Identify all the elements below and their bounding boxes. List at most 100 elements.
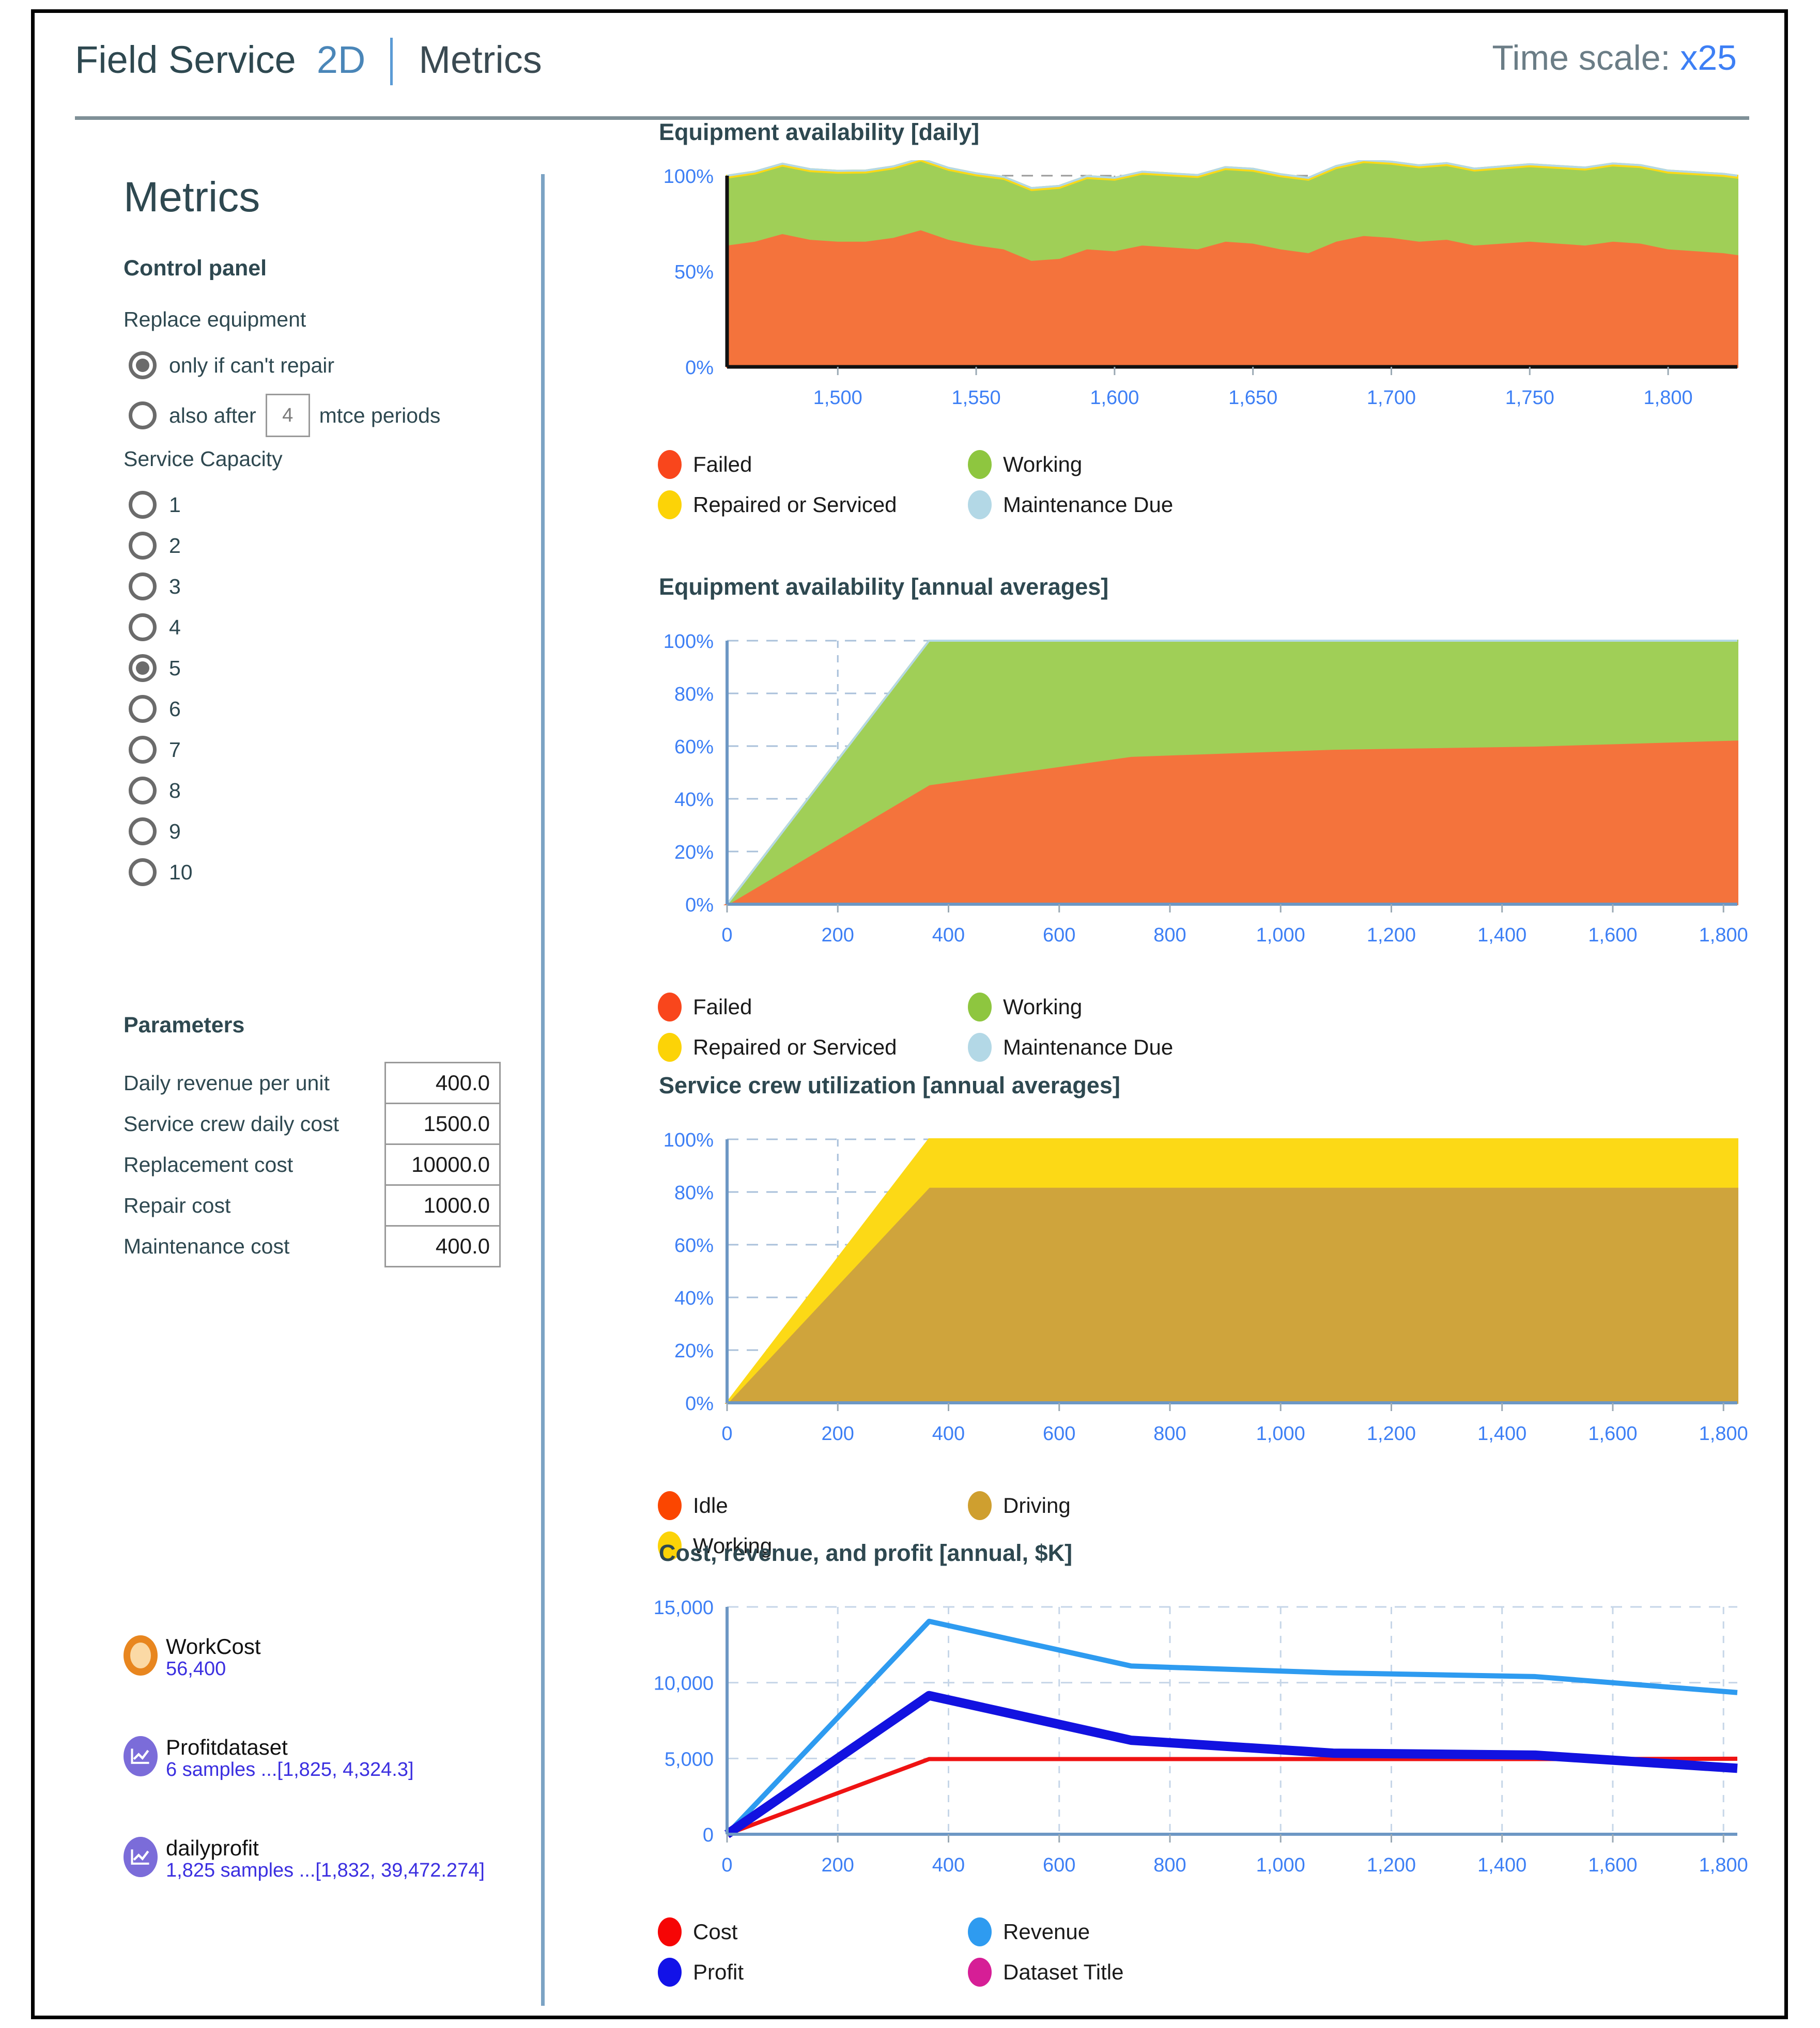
legend-swatch-icon (658, 1033, 682, 1062)
radio-also-after-periods[interactable]: also after 4 mtce periods (129, 394, 440, 437)
legend-item[interactable]: Maintenance Due (968, 485, 1278, 525)
time-scale-value[interactable]: x25 (1680, 38, 1737, 78)
x-tick-label: 1,600 (1090, 387, 1139, 409)
dataset-text: Profitdataset6 samples ...[1,825, 4,324.… (166, 1736, 414, 1781)
dataset-item[interactable]: dailyprofit1,825 samples ...[1,832, 39,4… (124, 1837, 485, 1881)
legend-swatch-icon (968, 1033, 992, 1062)
radio-indicator[interactable] (129, 777, 157, 804)
legend-item[interactable]: Maintenance Due (968, 1027, 1278, 1067)
chart-legend: Failed Working Repaired or Serviced Mainten… (658, 987, 1567, 1067)
radio-indicator[interactable] (129, 491, 157, 519)
legend-item[interactable]: Repaired or Serviced (658, 485, 968, 525)
line-chart-icon (124, 1837, 158, 1877)
radio-indicator[interactable] (129, 351, 157, 379)
radio-indicator[interactable] (129, 736, 157, 764)
series-line-cost (727, 1759, 1737, 1834)
legend-item[interactable]: Working (968, 444, 1278, 485)
time-scale-label: Time scale: (1492, 38, 1670, 78)
parameter-row: Maintenance cost400.0 (124, 1225, 501, 1267)
dataset-name: dailyprofit (166, 1837, 485, 1860)
application-window: Field Service 2D Metrics Time scale: x25… (31, 9, 1788, 2019)
parameter-input[interactable]: 10000.0 (384, 1143, 501, 1186)
radio-service-capacity-6[interactable]: 6 (129, 695, 181, 723)
parameter-label: Repair cost (124, 1194, 384, 1218)
radio-indicator[interactable] (129, 613, 157, 641)
legend-label: Idle (693, 1493, 728, 1518)
radio-label: 4 (169, 615, 181, 640)
parameter-input[interactable]: 1000.0 (384, 1184, 501, 1227)
parameter-row: Service crew daily cost1500.0 (124, 1103, 501, 1145)
radio-only-if-cant-repair[interactable]: only if can't repair (129, 351, 334, 379)
chart-plot-area[interactable]: 1,5001,5501,6001,6501,7001,7501,8000%50%… (546, 160, 1786, 434)
dataset-summary: 1,825 samples ...[1,832, 39,472.274] (166, 1860, 485, 1882)
dataset-name: Profitdataset (166, 1736, 414, 1759)
chart-title: Service crew utilization [annual average… (659, 1072, 1120, 1099)
radio-service-capacity-3[interactable]: 3 (129, 572, 181, 600)
radio-indicator[interactable] (129, 858, 157, 886)
legend-item[interactable]: Dataset Title (968, 1952, 1278, 1992)
radio-service-capacity-10[interactable]: 10 (129, 858, 193, 886)
legend-item[interactable]: Profit (658, 1952, 968, 1992)
radio-indicator[interactable] (129, 695, 157, 723)
y-tick-label: 100% (664, 166, 714, 188)
radio-label-prefix: also after (169, 404, 256, 428)
radio-indicator[interactable] (129, 572, 157, 600)
parameter-input[interactable]: 400.0 (384, 1062, 501, 1104)
x-tick-label: 1,400 (1477, 924, 1526, 946)
radio-service-capacity-8[interactable]: 8 (129, 777, 181, 804)
mtce-periods-input[interactable]: 4 (266, 394, 310, 437)
parameter-input[interactable]: 1500.0 (384, 1103, 501, 1145)
radio-service-capacity-1[interactable]: 1 (129, 491, 181, 519)
radio-service-capacity-9[interactable]: 9 (129, 817, 181, 845)
x-tick-label: 1,500 (813, 387, 862, 409)
x-tick-label: 1,600 (1588, 1854, 1637, 1876)
chart-plot-area[interactable]: 02004006008001,0001,2001,4001,6001,80005… (546, 1591, 1786, 1901)
dataset-item[interactable]: WorkCost56,400 (124, 1635, 261, 1680)
legend-swatch-icon (968, 1958, 992, 1987)
header-divider (390, 38, 393, 85)
legend-item[interactable]: Failed (658, 444, 968, 485)
parameter-row: Daily revenue per unit400.0 (124, 1062, 501, 1104)
chart-plot-area[interactable]: 02004006008001,0001,2001,4001,6001,8000%… (546, 625, 1786, 971)
legend-item[interactable]: Working (968, 987, 1278, 1027)
radio-indicator[interactable] (129, 817, 157, 845)
radio-service-capacity-7[interactable]: 7 (129, 736, 181, 764)
radio-service-capacity-2[interactable]: 2 (129, 532, 181, 560)
radio-service-capacity-4[interactable]: 4 (129, 613, 181, 641)
legend-label: Repaired or Serviced (693, 1035, 897, 1060)
dataset-item[interactable]: Profitdataset6 samples ...[1,825, 4,324.… (124, 1736, 414, 1781)
legend-item[interactable]: Revenue (968, 1912, 1278, 1952)
radio-label: only if can't repair (169, 353, 334, 378)
chart-plot-area[interactable]: 02004006008001,0001,2001,4001,6001,8000%… (546, 1124, 1786, 1470)
legend-label: Revenue (1003, 1919, 1090, 1944)
x-tick-label: 1,550 (952, 387, 1001, 409)
radio-service-capacity-5[interactable]: 5 (129, 654, 181, 682)
app-title: Field Service (75, 38, 296, 82)
legend-item[interactable]: Cost (658, 1912, 968, 1952)
parameter-input[interactable]: 400.0 (384, 1225, 501, 1267)
radio-indicator[interactable] (129, 654, 157, 682)
legend-item[interactable]: Driving (968, 1485, 1278, 1526)
x-tick-label: 400 (932, 1423, 965, 1445)
legend-item[interactable]: Idle (658, 1485, 968, 1526)
view-mode-toggle[interactable]: 2D (317, 38, 366, 82)
x-tick-label: 1,600 (1588, 924, 1637, 946)
legend-label: Cost (693, 1919, 737, 1944)
parameter-label: Daily revenue per unit (124, 1071, 384, 1095)
legend-item[interactable]: Repaired or Serviced (658, 1027, 968, 1067)
x-tick-label: 800 (1153, 1854, 1186, 1876)
legend-label: Working (1003, 995, 1082, 1019)
x-tick-label: 0 (721, 1423, 732, 1445)
x-tick-label: 1,800 (1699, 1423, 1748, 1445)
sidebar: Metrics Control panel Replace equipment … (35, 124, 513, 2015)
x-tick-label: 800 (1153, 924, 1186, 946)
parameter-label: Service crew daily cost (124, 1112, 384, 1136)
radio-indicator[interactable] (129, 532, 157, 560)
radio-label-suffix: mtce periods (319, 404, 441, 428)
time-scale-indicator[interactable]: Time scale: x25 (1492, 38, 1737, 78)
x-tick-label: 0 (721, 1854, 732, 1876)
radio-label: 9 (169, 819, 181, 844)
legend-item[interactable]: Failed (658, 987, 968, 1027)
x-tick-label: 200 (822, 1423, 854, 1445)
radio-indicator[interactable] (129, 401, 157, 429)
